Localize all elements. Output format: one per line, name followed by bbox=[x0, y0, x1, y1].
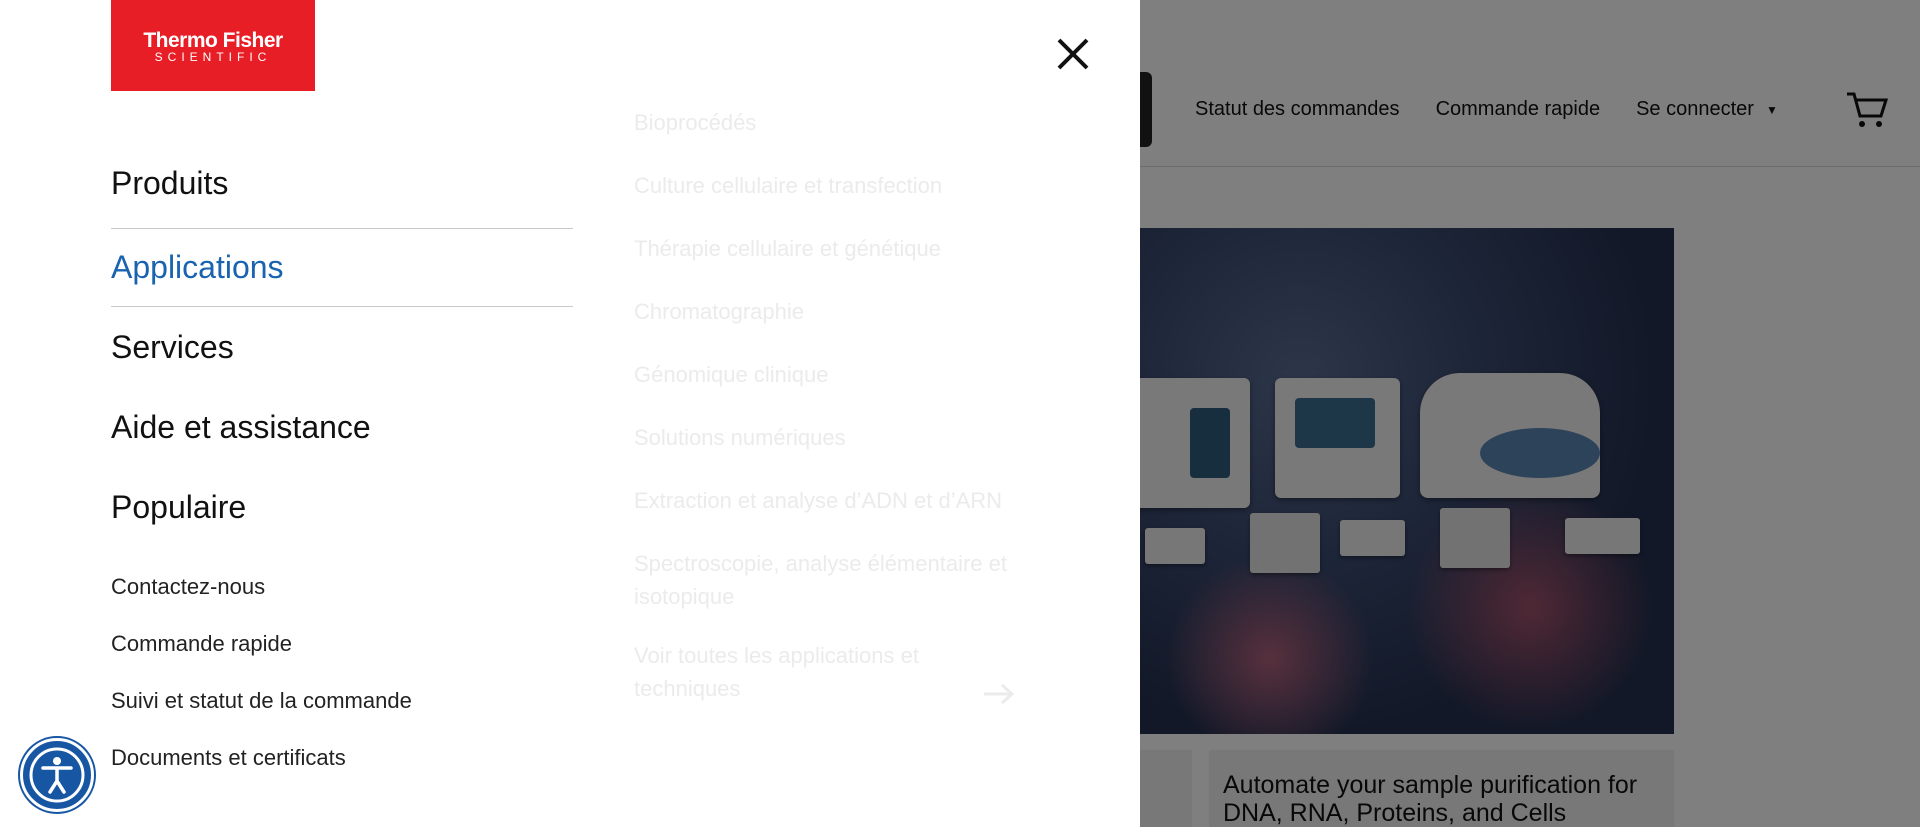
app-item-spectroscopie[interactable]: Spectroscopie, analyse élémentaire et is… bbox=[634, 547, 1074, 642]
nav-item-services[interactable]: Services bbox=[111, 307, 573, 387]
arrow-right-icon bbox=[984, 683, 1015, 705]
link-contactez-nous[interactable]: Contactez-nous bbox=[111, 574, 412, 631]
popular-links: Contactez-nous Commande rapide Suivi et … bbox=[111, 574, 412, 802]
view-all-label: Voir toutes les applications et techniqu… bbox=[634, 643, 919, 701]
app-item-extraction[interactable]: Extraction et analyse d’ADN et d’ARN bbox=[634, 484, 1074, 547]
nav-item-aide-et-assistance[interactable]: Aide et assistance bbox=[111, 387, 573, 467]
app-item-therapie[interactable]: Thérapie cellulaire et génétique bbox=[634, 232, 1074, 295]
link-suivi-commande[interactable]: Suivi et statut de la commande bbox=[111, 688, 412, 745]
logo-line-2: SCIENTIFIC bbox=[154, 50, 272, 64]
link-documents-certificats[interactable]: Documents et certificats bbox=[111, 745, 412, 802]
app-item-bioprocedes[interactable]: Bioprocédés bbox=[634, 106, 1074, 169]
mobile-menu-panel: Thermo Fisher SCIENTIFIC Produits Applic… bbox=[0, 0, 1140, 827]
app-item-culture-cellulaire[interactable]: Culture cellulaire et transfection bbox=[634, 169, 1074, 232]
app-item-chromatographie[interactable]: Chromatographie bbox=[634, 295, 1074, 358]
main-nav: Produits Applications Services Aide et a… bbox=[111, 165, 573, 547]
app-item-solutions-numeriques[interactable]: Solutions numériques bbox=[634, 421, 1074, 484]
close-icon[interactable] bbox=[1055, 36, 1091, 72]
nav-item-produits[interactable]: Produits bbox=[111, 165, 573, 228]
applications-submenu: Bioprocédés Culture cellulaire et transf… bbox=[634, 106, 1074, 705]
app-item-view-all[interactable]: Voir toutes les applications et techniqu… bbox=[634, 642, 1074, 705]
accessibility-icon[interactable] bbox=[20, 738, 94, 812]
link-commande-rapide[interactable]: Commande rapide bbox=[111, 631, 412, 688]
thermo-fisher-logo[interactable]: Thermo Fisher SCIENTIFIC bbox=[111, 0, 315, 91]
nav-item-applications[interactable]: Applications bbox=[111, 228, 573, 307]
app-item-genomique[interactable]: Génomique clinique bbox=[634, 358, 1074, 421]
nav-item-populaire[interactable]: Populaire bbox=[111, 467, 573, 547]
